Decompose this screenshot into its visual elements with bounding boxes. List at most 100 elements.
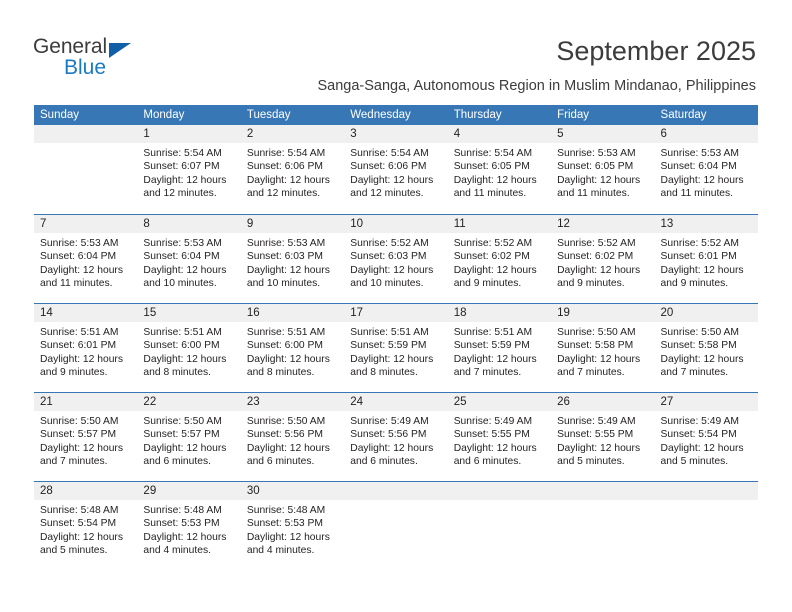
sunrise-text: Sunrise: 5:50 AM — [143, 416, 222, 427]
general-blue-logo: General Blue — [33, 36, 153, 82]
sunrise-text: Sunrise: 5:54 AM — [453, 148, 533, 159]
day-number — [447, 482, 552, 500]
weekday-header-wednesday: Wednesday — [350, 109, 411, 121]
day-number: 4 — [447, 125, 552, 143]
day-number — [34, 125, 138, 143]
day-details: Sunrise: 5:53 AM Sunset: 6:05 PM Daylight:… — [551, 143, 654, 201]
daylight-text-line1: Daylight: 12 hours — [557, 442, 641, 454]
calendar-day-cell[interactable]: 30 Sunrise: 5:48 AM Sunset: 5:53 PM Dayligh… — [240, 482, 345, 570]
daylight-text-line2: and 11 minutes. — [40, 278, 113, 290]
calendar-day-cell[interactable]: 2 Sunrise: 5:54 AM Sunset: 6:06 PM Daylight… — [240, 125, 345, 214]
calendar-day-cell[interactable]: 5 Sunrise: 5:53 AM Sunset: 6:05 PM Daylight… — [551, 125, 655, 214]
day-number — [654, 482, 758, 500]
calendar-day-cell[interactable]: 11 Sunrise: 5:52 AM Sunset: 6:02 PM Dayligh… — [447, 215, 552, 303]
daylight-text-line1: Daylight: 12 hours — [246, 264, 330, 276]
calendar-week-row: 7 Sunrise: 5:53 AM Sunset: 6:04 PM Daylight… — [34, 214, 758, 303]
daylight-text-line1: Daylight: 12 hours — [660, 353, 744, 365]
calendar-day-cell[interactable]: 3 Sunrise: 5:54 AM Sunset: 6:06 PM Daylight… — [344, 125, 448, 214]
day-details: Sunrise: 5:48 AM Sunset: 5:54 PM Daylight:… — [34, 500, 137, 558]
calendar-day-cell[interactable]: 1 Sunrise: 5:54 AM Sunset: 6:07 PM Daylight… — [137, 125, 241, 214]
day-details: Sunrise: 5:52 AM Sunset: 6:02 PM Daylight:… — [551, 233, 654, 291]
calendar-day-cell[interactable]: 6 Sunrise: 5:53 AM Sunset: 6:04 PM Daylight… — [654, 125, 758, 214]
day-number: 14 — [34, 304, 138, 322]
day-details: Sunrise: 5:51 AM Sunset: 5:59 PM Daylight:… — [448, 322, 551, 380]
calendar-day-cell[interactable]: 12 Sunrise: 5:52 AM Sunset: 6:02 PM Dayligh… — [551, 215, 655, 303]
calendar-day-cell[interactable]: 22 Sunrise: 5:50 AM Sunset: 5:57 PM Dayligh… — [137, 393, 241, 481]
day-details: Sunrise: 5:50 AM Sunset: 5:57 PM Daylight:… — [137, 411, 240, 469]
sunset-text: Sunset: 5:54 PM — [40, 518, 117, 530]
sunrise-text: Sunrise: 5:50 AM — [557, 327, 636, 338]
day-details: Sunrise: 5:54 AM Sunset: 6:07 PM Daylight:… — [137, 143, 240, 201]
daylight-text-line1: Daylight: 12 hours — [350, 264, 434, 276]
calendar-day-cell[interactable]: 7 Sunrise: 5:53 AM Sunset: 6:04 PM Daylight… — [34, 215, 138, 303]
calendar-day-cell[interactable]: 25 Sunrise: 5:49 AM Sunset: 5:55 PM Dayligh… — [447, 393, 552, 481]
sunset-text: Sunset: 5:58 PM — [557, 340, 634, 352]
calendar-day-cell[interactable]: 27 Sunrise: 5:49 AM Sunset: 5:54 PM Dayligh… — [654, 393, 758, 481]
daylight-text-line2: and 9 minutes. — [453, 278, 522, 290]
day-number: 9 — [240, 215, 345, 233]
daylight-text-line2: and 12 minutes. — [143, 188, 217, 200]
calendar-day-cell[interactable]: 28 Sunrise: 5:48 AM Sunset: 5:54 PM Dayligh… — [34, 482, 138, 570]
day-number: 16 — [240, 304, 345, 322]
triangle-icon — [109, 43, 131, 58]
daylight-text-line1: Daylight: 12 hours — [350, 353, 434, 365]
sunset-text: Sunset: 6:01 PM — [40, 340, 117, 352]
sunset-text: Sunset: 6:07 PM — [143, 161, 220, 173]
weekday-header-thursday: Thursday — [453, 109, 502, 121]
daylight-text-line1: Daylight: 12 hours — [453, 264, 537, 276]
day-details: Sunrise: 5:52 AM Sunset: 6:03 PM Daylight:… — [344, 233, 447, 291]
calendar-day-cell[interactable]: 21 Sunrise: 5:50 AM Sunset: 5:57 PM Dayligh… — [34, 393, 138, 481]
sunrise-text: Sunrise: 5:52 AM — [557, 238, 636, 249]
day-number: 28 — [34, 482, 138, 500]
sunset-text: Sunset: 5:59 PM — [350, 340, 427, 352]
sunrise-text: Sunrise: 5:50 AM — [660, 327, 739, 338]
sunrise-text: Sunrise: 5:51 AM — [350, 327, 429, 338]
calendar-day-cell[interactable]: 19 Sunrise: 5:50 AM Sunset: 5:58 PM Dayligh… — [551, 304, 655, 392]
daylight-text-line1: Daylight: 12 hours — [40, 264, 123, 276]
calendar-day-cell[interactable]: 29 Sunrise: 5:48 AM Sunset: 5:53 PM Dayligh… — [137, 482, 241, 570]
calendar-day-empty — [344, 482, 448, 570]
daylight-text-line1: Daylight: 12 hours — [143, 264, 227, 276]
sunset-text: Sunset: 6:00 PM — [246, 340, 323, 352]
sunset-text: Sunset: 5:56 PM — [350, 429, 427, 441]
calendar-day-cell[interactable]: 14 Sunrise: 5:51 AM Sunset: 6:01 PM Dayligh… — [34, 304, 138, 392]
daylight-text-line1: Daylight: 12 hours — [143, 531, 227, 543]
calendar-day-cell[interactable]: 17 Sunrise: 5:51 AM Sunset: 5:59 PM Dayligh… — [344, 304, 448, 392]
sunrise-text: Sunrise: 5:48 AM — [143, 505, 222, 516]
calendar-day-cell[interactable]: 8 Sunrise: 5:53 AM Sunset: 6:04 PM Daylight… — [137, 215, 241, 303]
sunset-text: Sunset: 5:57 PM — [143, 429, 220, 441]
sunset-text: Sunset: 5:57 PM — [40, 429, 117, 441]
sunset-text: Sunset: 6:03 PM — [350, 251, 427, 263]
day-details: Sunrise: 5:51 AM Sunset: 6:00 PM Daylight:… — [241, 322, 344, 380]
daylight-text-line2: and 6 minutes. — [350, 456, 418, 468]
calendar-day-empty — [447, 482, 552, 570]
day-details: Sunrise: 5:53 AM Sunset: 6:03 PM Daylight:… — [241, 233, 344, 291]
day-number: 11 — [447, 215, 552, 233]
calendar-day-cell[interactable]: 9 Sunrise: 5:53 AM Sunset: 6:03 PM Daylight… — [240, 215, 345, 303]
calendar-day-cell[interactable]: 10 Sunrise: 5:52 AM Sunset: 6:03 PM Dayligh… — [344, 215, 448, 303]
daylight-text-line1: Daylight: 12 hours — [143, 353, 227, 365]
calendar-week-row: 1 Sunrise: 5:54 AM Sunset: 6:07 PM Daylight… — [34, 125, 758, 214]
day-details: Sunrise: 5:53 AM Sunset: 6:04 PM Daylight:… — [137, 233, 240, 291]
sunrise-text: Sunrise: 5:52 AM — [350, 238, 429, 249]
daylight-text-line1: Daylight: 12 hours — [143, 442, 227, 454]
sunrise-text: Sunrise: 5:48 AM — [246, 505, 326, 516]
daylight-text-line2: and 9 minutes. — [40, 367, 108, 379]
sunrise-text: Sunrise: 5:51 AM — [40, 327, 119, 338]
calendar-day-cell[interactable]: 26 Sunrise: 5:49 AM Sunset: 5:55 PM Dayligh… — [551, 393, 655, 481]
daylight-text-line1: Daylight: 12 hours — [350, 174, 434, 186]
calendar-day-cell[interactable]: 15 Sunrise: 5:51 AM Sunset: 6:00 PM Dayligh… — [137, 304, 241, 392]
calendar-day-cell[interactable]: 16 Sunrise: 5:51 AM Sunset: 6:00 PM Dayligh… — [240, 304, 345, 392]
calendar-day-cell[interactable]: 18 Sunrise: 5:51 AM Sunset: 5:59 PM Dayligh… — [447, 304, 552, 392]
calendar-day-cell[interactable]: 23 Sunrise: 5:50 AM Sunset: 5:56 PM Dayligh… — [240, 393, 345, 481]
sunset-text: Sunset: 5:54 PM — [660, 429, 737, 441]
daylight-text-line1: Daylight: 12 hours — [246, 531, 330, 543]
calendar-day-cell[interactable]: 20 Sunrise: 5:50 AM Sunset: 5:58 PM Dayligh… — [654, 304, 758, 392]
daylight-text-line1: Daylight: 12 hours — [557, 174, 641, 186]
calendar-day-cell[interactable]: 4 Sunrise: 5:54 AM Sunset: 6:05 PM Daylight… — [447, 125, 552, 214]
day-number: 25 — [447, 393, 552, 411]
calendar-day-cell[interactable]: 24 Sunrise: 5:49 AM Sunset: 5:56 PM Dayligh… — [344, 393, 448, 481]
day-details: Sunrise: 5:50 AM Sunset: 5:58 PM Daylight:… — [655, 322, 758, 380]
day-number: 6 — [654, 125, 758, 143]
calendar-day-cell[interactable]: 13 Sunrise: 5:52 AM Sunset: 6:01 PM Dayligh… — [654, 215, 758, 303]
